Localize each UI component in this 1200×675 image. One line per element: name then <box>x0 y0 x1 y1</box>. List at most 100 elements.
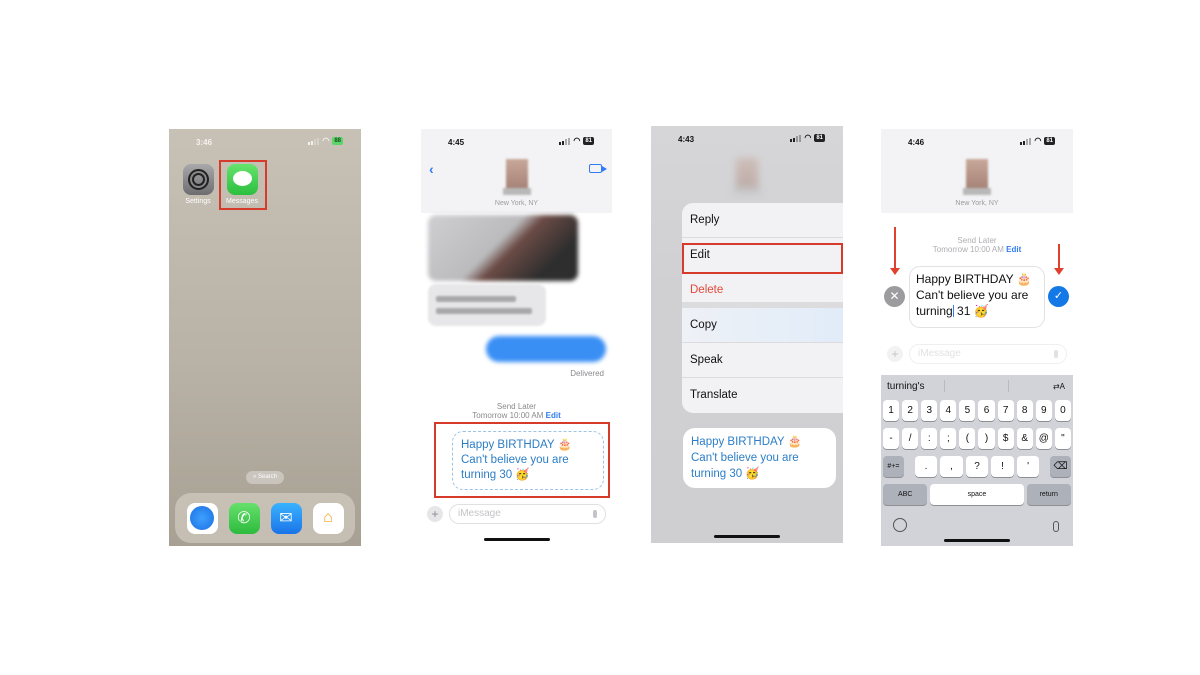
key[interactable]: 0 <box>1054 400 1071 421</box>
key[interactable]: 9 <box>1035 400 1052 421</box>
edit-highlight-box <box>682 243 843 274</box>
key[interactable]: ( <box>959 428 976 449</box>
emoji-icon[interactable] <box>893 518 907 532</box>
imessage-placeholder: iMessage <box>918 348 961 359</box>
red-arrow-annotation <box>890 227 900 275</box>
cellular-signal-icon <box>790 134 802 142</box>
blurred-sent-message <box>486 336 606 362</box>
key[interactable]: ? <box>965 456 989 477</box>
key[interactable]: 3 <box>921 400 938 421</box>
dock: ✆ ✉ ⌂ <box>175 493 355 543</box>
divider <box>1008 380 1009 392</box>
cellular-signal-icon <box>1020 137 1032 145</box>
microphone-icon[interactable] <box>1054 350 1058 358</box>
key[interactable]: / <box>902 428 919 449</box>
key[interactable]: 2 <box>902 400 919 421</box>
status-time: 4:45 <box>448 138 465 147</box>
suggestion-word[interactable]: turning's <box>887 381 925 392</box>
backspace-icon[interactable]: ⌫ <box>1050 456 1072 477</box>
keyboard-row-bottom: ABC space return <box>883 484 1071 505</box>
back-chevron-icon[interactable]: ‹ <box>429 161 434 177</box>
contact-location: New York, NY <box>494 200 539 207</box>
home-app-icon[interactable]: ⌂ <box>312 502 344 534</box>
status-bar: 3:46 ◠ 88 <box>169 129 361 151</box>
predictive-bar: turning's ⇄A <box>881 375 1073 397</box>
cellular-signal-icon <box>308 137 320 145</box>
key[interactable]: 5 <box>959 400 976 421</box>
key[interactable]: ) <box>978 428 995 449</box>
return-key[interactable]: return <box>1026 484 1071 505</box>
keyboard-row-punctuation: #+= . , ? ! ' ⌫ <box>883 456 1072 477</box>
key[interactable]: @ <box>1035 428 1052 449</box>
key[interactable]: , <box>940 456 963 477</box>
edit-message-panel: 4:46 ◠ 81 New York, NY Send Later Tomorr… <box>881 129 1073 546</box>
key[interactable]: " <box>1054 428 1071 449</box>
spotlight-search-button[interactable]: ⌕ Search <box>246 471 284 484</box>
abc-key[interactable]: ABC <box>883 484 928 505</box>
battery-icon: 81 <box>814 134 825 142</box>
message-context-menu: Reply Edit Delete Copy Speak Translate <box>682 203 843 413</box>
key[interactable]: ' <box>1016 456 1040 477</box>
microphone-icon[interactable] <box>593 510 597 518</box>
more-symbols-key[interactable]: #+= <box>883 456 904 477</box>
home-indicator[interactable] <box>483 538 550 541</box>
menu-item-delete[interactable]: Delete <box>682 273 843 308</box>
wifi-icon: ◠ <box>804 133 812 142</box>
space-key[interactable]: space <box>930 484 1024 505</box>
contact-avatar[interactable] <box>502 159 531 195</box>
key[interactable]: 6 <box>978 400 995 421</box>
scheduled-time: Tomorrow 10:00 AM <box>472 411 544 420</box>
key[interactable]: $ <box>997 428 1014 449</box>
home-indicator[interactable] <box>714 535 780 538</box>
blurred-text-message <box>428 284 546 326</box>
phone-icon[interactable]: ✆ <box>228 502 260 534</box>
settings-app[interactable]: Settings <box>181 164 215 205</box>
dictation-microphone-icon[interactable] <box>1053 521 1059 532</box>
scheduled-time: Tomorrow 10:00 AM <box>932 245 1004 254</box>
key[interactable]: - <box>883 428 900 449</box>
plus-icon[interactable]: + <box>887 346 903 362</box>
key[interactable]: 1 <box>883 400 900 421</box>
plus-icon[interactable]: + <box>427 506 443 522</box>
key[interactable]: & <box>1016 428 1033 449</box>
context-menu-panel: 4:43 ◠ 81 Reply Edit Delete Copy Speak T… <box>651 126 843 543</box>
wifi-icon: ◠ <box>1034 136 1042 145</box>
key[interactable]: 7 <box>997 400 1014 421</box>
menu-item-speak[interactable]: Speak <box>682 343 843 378</box>
safari-icon[interactable] <box>186 502 218 534</box>
status-bar: 4:45 ◠ 81 <box>421 129 612 151</box>
key[interactable]: : <box>921 428 938 449</box>
menu-item-reply[interactable]: Reply <box>682 203 843 238</box>
translate-icon[interactable]: ⇄A <box>1053 382 1065 391</box>
selected-message-bubble: Happy BIRTHDAY 🎂 Can't believe you are t… <box>683 428 836 488</box>
key[interactable]: ! <box>991 456 1014 477</box>
cellular-signal-icon <box>559 137 571 145</box>
menu-item-copy[interactable]: Copy <box>682 308 843 343</box>
key[interactable]: ; <box>940 428 957 449</box>
scheduled-message-bubble[interactable]: Happy BIRTHDAY 🎂 Can't believe you are t… <box>452 431 604 490</box>
wifi-icon: ◠ <box>573 136 581 145</box>
home-indicator[interactable] <box>944 539 1010 542</box>
key[interactable]: . <box>914 456 938 477</box>
edit-text-after-caret: 31 🥳 <box>953 304 989 318</box>
battery-icon: 88 <box>332 137 343 145</box>
status-time: 3:46 <box>196 138 213 147</box>
key[interactable]: 8 <box>1016 400 1033 421</box>
delivered-status: Delivered <box>570 369 604 378</box>
facetime-video-icon[interactable] <box>589 164 607 173</box>
edit-schedule-link[interactable]: Edit <box>546 411 561 420</box>
blurred-image-message <box>428 215 578 281</box>
confirm-edit-button[interactable]: ✓ <box>1048 286 1069 307</box>
imessage-input[interactable]: iMessage <box>909 344 1067 364</box>
wifi-icon: ◠ <box>322 136 330 145</box>
key[interactable]: 4 <box>940 400 957 421</box>
status-bar: 4:46 ◠ 81 <box>881 129 1073 151</box>
cancel-edit-button[interactable]: ✕ <box>884 286 905 307</box>
mail-icon[interactable]: ✉ <box>270 502 302 534</box>
contact-avatar[interactable] <box>963 159 991 195</box>
scheduled-time-row: Tomorrow 10:00 AM Edit <box>421 411 612 420</box>
edit-message-field[interactable]: Happy BIRTHDAY 🎂 Can't believe you are t… <box>909 266 1045 328</box>
menu-item-translate[interactable]: Translate <box>682 378 843 413</box>
imessage-input[interactable]: iMessage <box>449 504 606 524</box>
edit-schedule-link[interactable]: Edit <box>1006 245 1021 254</box>
